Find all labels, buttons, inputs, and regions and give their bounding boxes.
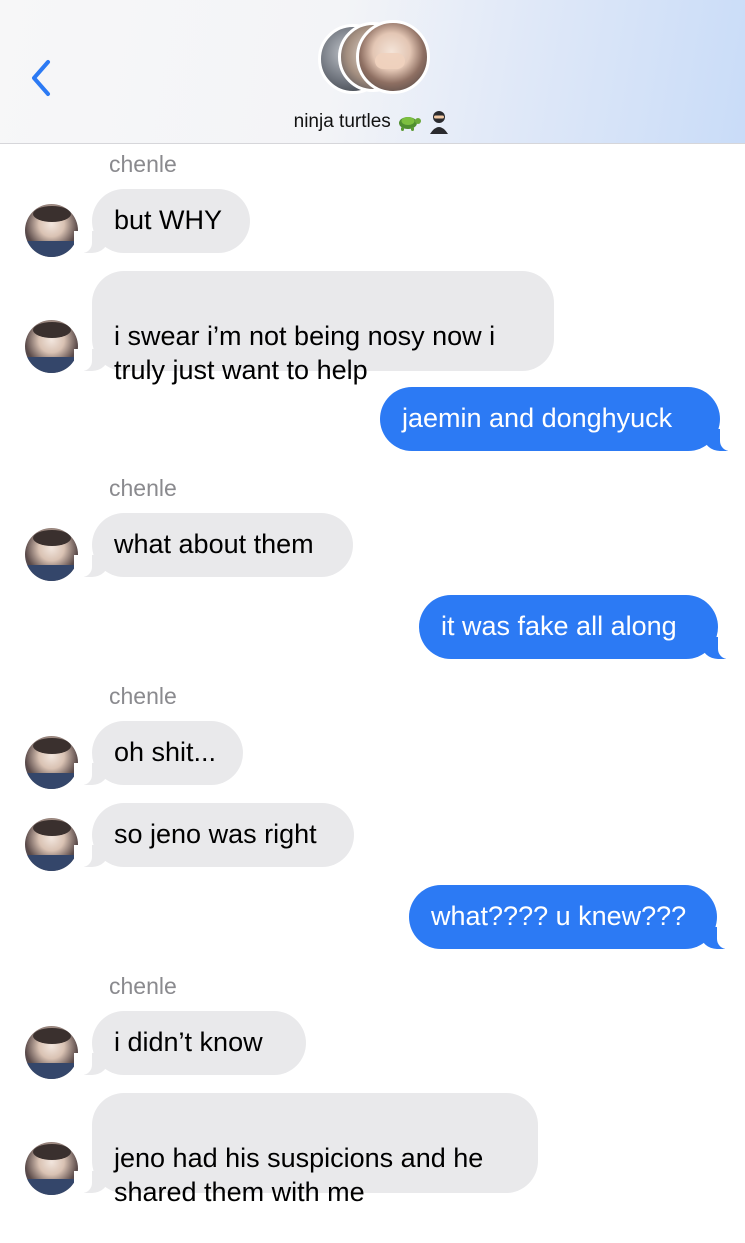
sender-name: chenle [109, 973, 177, 999]
sender-name: chenle [109, 683, 177, 709]
incoming-message[interactable]: so jeno was right [74, 803, 354, 867]
message-text: what???? u knew??? [431, 901, 687, 931]
message-text: but WHY [114, 205, 223, 235]
incoming-message[interactable]: i swear i’m not being nosy now i truly j… [74, 271, 554, 385]
group-member-avatar [356, 20, 430, 94]
message-text: oh shit... [114, 737, 217, 767]
message-text: jaemin and donghyuck [402, 403, 673, 433]
contact-avatar[interactable] [25, 1142, 78, 1195]
back-chevron-icon[interactable] [24, 56, 64, 100]
contact-avatar[interactable] [25, 736, 78, 789]
message-text: jeno had his suspicions and he shared th… [114, 1143, 484, 1207]
group-avatars[interactable] [318, 20, 433, 100]
incoming-message[interactable]: jeno had his suspicions and he shared th… [74, 1093, 538, 1207]
incoming-message[interactable]: but WHY [74, 189, 250, 253]
sender-name: chenle [109, 475, 177, 501]
chat-header: ninja turtles [0, 0, 745, 144]
incoming-message[interactable]: i didn’t know [74, 1011, 306, 1075]
message-text: i didn’t know [114, 1027, 263, 1057]
outgoing-message[interactable]: it was fake all along [419, 595, 736, 659]
outgoing-message[interactable]: what???? u knew??? [409, 885, 735, 949]
contact-avatar[interactable] [25, 528, 78, 581]
contact-avatar[interactable] [25, 818, 78, 871]
turtle-emoji-icon [399, 117, 422, 131]
incoming-message[interactable]: oh shit... [74, 721, 243, 785]
chat-title-text: ninja turtles [293, 111, 391, 132]
chat-title[interactable]: ninja turtles [0, 110, 745, 134]
sender-name: chenle [109, 151, 177, 177]
contact-avatar[interactable] [25, 320, 78, 373]
outgoing-message[interactable]: jaemin and donghyuck [380, 387, 738, 451]
contact-avatar[interactable] [25, 204, 78, 257]
message-text: i swear i’m not being nosy now i truly j… [114, 321, 496, 385]
incoming-message[interactable]: what about them [74, 513, 353, 577]
ninja-emoji-icon [430, 111, 449, 134]
message-text: so jeno was right [114, 819, 317, 849]
message-text: what about them [114, 529, 314, 559]
contact-avatar[interactable] [25, 1026, 78, 1079]
message-text: it was fake all along [441, 611, 677, 641]
